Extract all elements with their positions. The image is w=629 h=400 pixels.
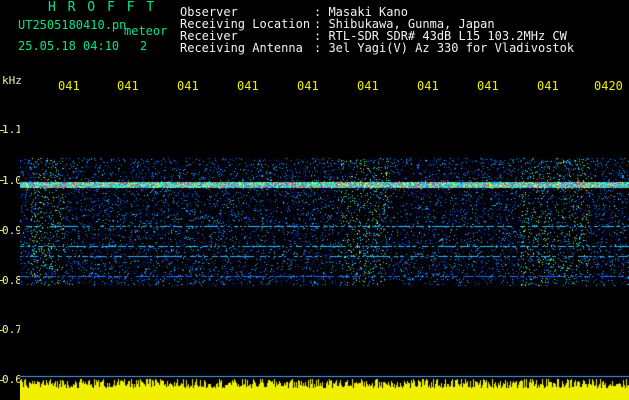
y-tick-mark bbox=[0, 330, 4, 331]
y-axis-unit: kHz bbox=[2, 74, 22, 87]
time-tick: 041 bbox=[58, 79, 80, 93]
page-number: 2 bbox=[140, 39, 148, 53]
time-tick: 041 bbox=[357, 79, 379, 93]
y-tick-label: 0.6 bbox=[2, 373, 22, 386]
spectrogram-waterfall bbox=[20, 96, 629, 400]
time-tick: 041 bbox=[237, 79, 259, 93]
y-tick-mark bbox=[0, 130, 4, 131]
time-tick: 041 bbox=[117, 79, 139, 93]
y-tick-label: 1.1 bbox=[2, 123, 22, 136]
y-tick-label: 0.7 bbox=[2, 323, 22, 336]
time-tick: 041 bbox=[477, 79, 499, 93]
time-tick: 041 bbox=[417, 79, 439, 93]
time-tick: 041 bbox=[537, 79, 559, 93]
time-tick: 041 bbox=[297, 79, 319, 93]
y-tick-mark bbox=[0, 180, 4, 181]
y-tick-mark bbox=[0, 230, 4, 231]
file-name: UT2505180410.pn bbox=[18, 18, 127, 32]
value-antenna: : 3el Yagi(V) Az 330 for Vladivostok bbox=[314, 41, 575, 55]
y-tick-mark bbox=[0, 380, 4, 381]
app-title: H R O F F T bbox=[48, 0, 157, 15]
label-antenna: Receiving Antenna bbox=[180, 41, 303, 55]
y-tick-label: 0.9 bbox=[2, 224, 22, 237]
time-tick: 041 bbox=[177, 79, 199, 93]
y-tick-label: 0.8 bbox=[2, 274, 22, 287]
time-tick: 0420 bbox=[594, 79, 623, 93]
mode-label: meteor bbox=[124, 24, 168, 38]
datetime: 25.05.18 04:10 bbox=[18, 39, 120, 53]
y-tick-mark bbox=[0, 280, 4, 281]
y-tick-label: 1.0 bbox=[2, 174, 22, 187]
